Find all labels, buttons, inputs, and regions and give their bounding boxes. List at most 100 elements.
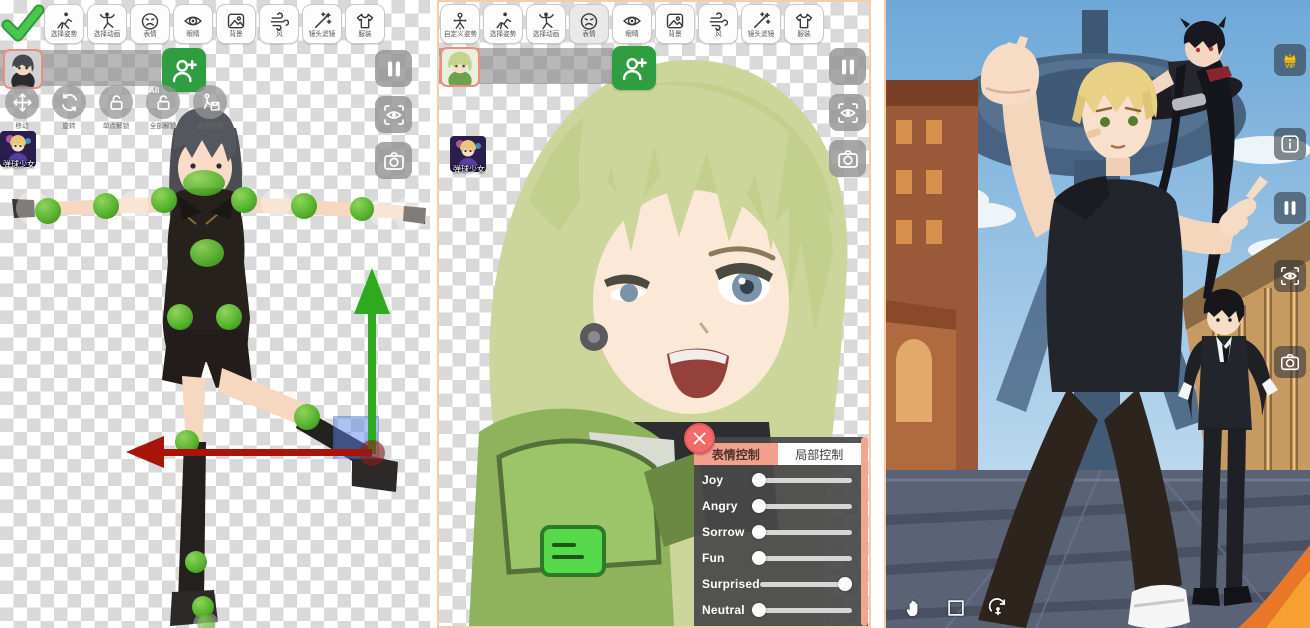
focus-view-button[interactable]	[1274, 260, 1306, 292]
close-expression-panel-button[interactable]	[684, 423, 715, 454]
rotate-tool[interactable]: 旋转	[49, 85, 89, 131]
magic-wand-icon	[312, 11, 332, 31]
slider-track[interactable]	[752, 608, 852, 613]
eye-frame-icon	[836, 101, 860, 125]
camera-icon	[1279, 351, 1301, 373]
move-tool[interactable]: 移动	[2, 85, 42, 131]
gizmo-y-axis	[368, 312, 376, 454]
active-character-avatar[interactable]	[440, 47, 480, 87]
screenshot-button[interactable]	[829, 140, 866, 177]
toolbar-camera-filter[interactable]: 镜头滤镜	[741, 4, 781, 44]
confirm-pose-button[interactable]	[0, 1, 46, 45]
tab-local-control[interactable]: 局部控制	[778, 443, 862, 465]
left-toolbar: 选择姿势 选择动画 表情 眼睛 背景 风	[44, 4, 385, 44]
slider-neutral: Neutral	[694, 597, 861, 623]
expression-panel-scrollbar[interactable]	[861, 437, 868, 626]
toolbar-background[interactable]: 背景	[655, 4, 695, 44]
info-icon	[1279, 133, 1301, 155]
toolbar-clothing[interactable]: 服装	[345, 4, 385, 44]
slider-track[interactable]	[752, 530, 852, 535]
slider-thumb[interactable]	[752, 603, 766, 617]
slider-joy: Joy	[694, 467, 861, 493]
library-item-label: 弹球少女	[450, 164, 488, 175]
pause-icon	[836, 55, 860, 79]
library-item-pinball-girl[interactable]: 弹球少女	[0, 131, 38, 170]
person-plus-icon	[170, 56, 198, 84]
slider-thumb[interactable]	[752, 499, 766, 513]
pause-button[interactable]	[375, 50, 412, 87]
middle-toolbar: 自定义姿势 选择姿势 选择动画 表情 眼睛 背景	[440, 4, 824, 44]
slider-sorrow: Sorrow	[694, 519, 861, 545]
pause-icon	[1279, 197, 1301, 219]
toolbar-expression-active[interactable]: 表情	[569, 4, 609, 44]
shoulder-armor	[469, 409, 707, 626]
toolbar-camera-filter[interactable]: 镜头滤镜	[302, 4, 342, 44]
running-figure-icon	[54, 11, 74, 31]
slider-thumb[interactable]	[752, 551, 766, 565]
info-button[interactable]	[1274, 128, 1306, 160]
pause-button[interactable]	[1274, 192, 1306, 224]
toolbar-eyes[interactable]: 眼睛	[612, 4, 652, 44]
scene-viewport[interactable]	[886, 0, 1310, 628]
slider-blink: Blink	[694, 623, 861, 628]
hand-drag-button[interactable]	[902, 596, 926, 620]
unlock-single-tool[interactable]: 单点解锁	[96, 85, 136, 131]
frame-select-button[interactable]	[944, 596, 968, 620]
screenshot-button[interactable]	[1274, 346, 1306, 378]
move-arrows-icon	[12, 92, 33, 113]
toolbar-wind[interactable]: 风	[259, 4, 299, 44]
toolbar-select-pose[interactable]: 选择姿势	[44, 4, 84, 44]
reset-rotation-button[interactable]	[986, 596, 1010, 620]
slider-thumb[interactable]	[838, 577, 852, 591]
picture-icon	[226, 11, 246, 31]
library-item-label: 弹球少女	[0, 159, 38, 170]
all-badge: All	[149, 86, 159, 95]
toolbar-select-animation[interactable]: 选择动画	[87, 4, 127, 44]
gizmo-x-axis	[150, 449, 372, 456]
expression-control-panel: 表情控制 局部控制 Joy Angry Sorrow Fun	[694, 437, 868, 626]
pause-button[interactable]	[829, 48, 866, 85]
panel-pose-editor: 选择姿势 选择动画 表情 眼睛 背景 风	[0, 0, 430, 628]
close-icon	[692, 431, 707, 446]
focus-view-button[interactable]	[375, 96, 412, 133]
eye-icon	[622, 11, 642, 31]
toolbar-custom-pose[interactable]: 自定义姿势	[440, 4, 480, 44]
toolbar-eyes[interactable]: 眼睛	[173, 4, 213, 44]
hand-icon	[903, 597, 925, 619]
add-character-button[interactable]	[612, 46, 656, 90]
vip-button[interactable]: VIP	[1274, 44, 1306, 76]
library-item-pinball-girl[interactable]: 弹球少女	[450, 136, 488, 175]
check-icon	[1, 3, 45, 43]
screenshot-button[interactable]	[375, 142, 412, 179]
unlock-all-tool[interactable]: All 全部解锁	[143, 85, 183, 131]
slider-track[interactable]	[760, 582, 852, 587]
toolbar-clothing[interactable]: 服装	[784, 4, 824, 44]
focus-view-button[interactable]	[829, 94, 866, 131]
dancing-figure-icon	[536, 11, 556, 31]
vip-label: VIP	[1285, 64, 1295, 70]
slider-thumb[interactable]	[752, 525, 766, 539]
toolbar-select-pose[interactable]: 选择姿势	[483, 4, 523, 44]
magic-wand-icon	[751, 11, 771, 31]
panel-scene-viewer: VIP	[884, 0, 1310, 628]
sad-face-icon	[579, 11, 599, 31]
slider-surprised: Surprised	[694, 571, 861, 597]
person-plus-icon	[620, 54, 648, 82]
wind-icon	[269, 11, 289, 31]
slider-track[interactable]	[752, 556, 852, 561]
save-pose-tool[interactable]: 姿势存储	[190, 85, 230, 131]
toolbar-background[interactable]: 背景	[216, 4, 256, 44]
slider-thumb[interactable]	[752, 473, 766, 487]
t-shirt-icon	[794, 11, 814, 31]
expression-sliders: Joy Angry Sorrow Fun Surprised	[694, 467, 861, 628]
active-character-avatar[interactable]	[3, 49, 43, 89]
toolbar-select-animation[interactable]: 选择动画	[526, 4, 566, 44]
panel-expression-editor: 自定义姿势 选择姿势 选择动画 表情 眼睛 背景	[437, 0, 871, 628]
toolbar-wind[interactable]: 风	[698, 4, 738, 44]
camera-icon	[382, 149, 406, 173]
slider-track[interactable]	[752, 504, 852, 509]
t-shirt-icon	[355, 11, 375, 31]
toolbar-expression[interactable]: 表情	[130, 4, 170, 44]
slider-track[interactable]	[752, 478, 852, 483]
running-figure-icon	[493, 11, 513, 31]
